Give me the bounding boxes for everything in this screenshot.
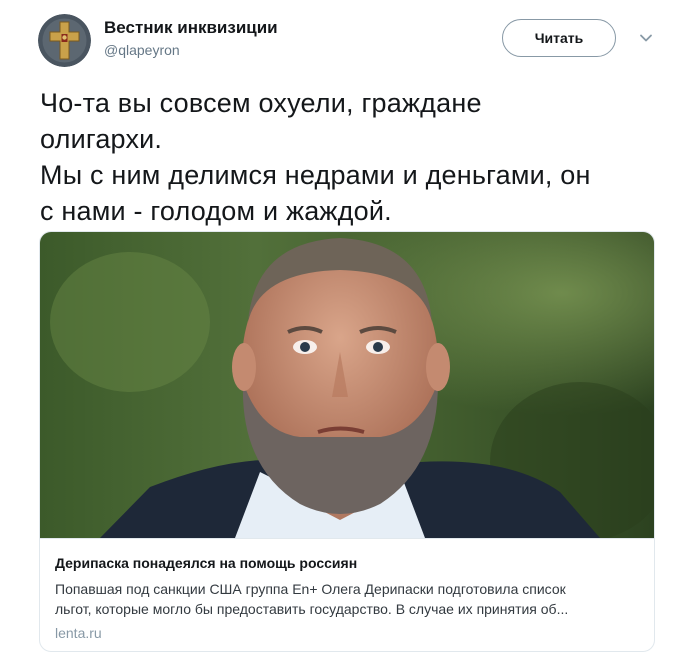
link-card[interactable]: Дерипаска понадеялся на помощь россиян П… [39,231,655,652]
tweet: Вестник инквизиции @qlapeyron Читать Чо-… [0,0,695,666]
cross-emblem-icon [38,14,91,67]
chevron-down-icon[interactable] [638,30,654,46]
tweet-text-line: олигархи. [40,124,163,154]
card-domain: lenta.ru [55,625,102,641]
card-description: Попавшая под санкции США группа En+ Олег… [55,579,640,619]
avatar[interactable] [38,14,91,67]
tweet-text-line: с нами - голодом и жаждой. [40,196,392,226]
card-body[interactable]: Дерипаска понадеялся на помощь россиян П… [40,538,654,651]
tweet-text: Чо-та вы совсем охуели, граждане олигарх… [40,85,655,229]
card-description-line: Попавшая под санкции США группа En+ Олег… [55,581,566,597]
author-name[interactable]: Вестник инквизиции [104,18,278,38]
card-title[interactable]: Дерипаска понадеялся на помощь россиян [55,555,357,571]
follow-button[interactable]: Читать [502,19,616,57]
tweet-text-line: Чо-та вы совсем охуели, граждане [40,88,482,118]
tweet-text-line: Мы с ним делимся недрами и деньгами, он [40,160,591,190]
card-photo[interactable] [40,232,654,538]
author-handle[interactable]: @qlapeyron [104,42,180,58]
card-description-line: льгот, которые могло бы предоставить гос… [55,601,569,617]
